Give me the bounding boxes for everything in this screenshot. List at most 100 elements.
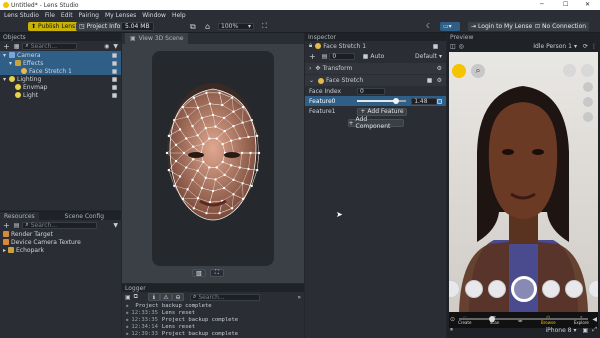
- more-icon[interactable]: ⋮: [591, 43, 597, 50]
- collapse-arrow-icon[interactable]: ▾: [3, 52, 8, 59]
- object-tree-item[interactable]: ▾ Camera: [0, 51, 121, 59]
- preview-person-select[interactable]: Idle Person 1: [533, 43, 572, 50]
- resources-search-input[interactable]: ⌕ Search...: [22, 221, 98, 229]
- add-icon[interactable]: +: [3, 221, 10, 230]
- feature0-value-input[interactable]: 1.48: [411, 97, 438, 105]
- clear-log-icon[interactable]: ▣: [125, 294, 131, 301]
- fit-icon[interactable]: ⛶: [262, 22, 267, 31]
- logger-search-input[interactable]: ⌕ Search...: [189, 293, 260, 301]
- flash-icon[interactable]: [583, 82, 593, 92]
- fit-view-button[interactable]: ⛶: [210, 269, 224, 277]
- resource-item-render-target[interactable]: Render Target: [0, 230, 121, 238]
- publish-lens-button[interactable]: ⬆ Publish Lens: [28, 22, 79, 31]
- lens-carousel-item[interactable]: [541, 280, 560, 298]
- rotate-icon[interactable]: ⤢: [592, 326, 597, 334]
- face-stretch-section-header[interactable]: ⌄ Face Stretch ⚙: [305, 75, 446, 86]
- lens-carousel-item[interactable]: [487, 280, 506, 298]
- add-feature-button[interactable]: + Add Feature: [357, 107, 407, 116]
- enabled-checkbox[interactable]: [433, 43, 438, 49]
- search-icon[interactable]: ⌕: [471, 64, 485, 78]
- copy-icon[interactable]: ⧉: [190, 22, 196, 32]
- lens-carousel-item[interactable]: [587, 280, 598, 298]
- menu-lens-studio[interactable]: Lens Studio: [4, 12, 39, 19]
- record-icon[interactable]: ◎: [459, 43, 464, 50]
- auto-checkbox[interactable]: [363, 53, 369, 59]
- gear-icon[interactable]: ⚙: [437, 65, 442, 72]
- collapse-arrow-icon[interactable]: ▾: [3, 76, 8, 83]
- refresh-icon[interactable]: ⟳: [583, 43, 588, 50]
- object-tree-item[interactable]: Face Stretch 1: [0, 67, 121, 75]
- collapse-arrow-icon[interactable]: ▾: [9, 60, 14, 67]
- resource-item-device-camera-texture[interactable]: Device Camera Texture: [0, 238, 121, 246]
- filter-icon[interactable]: ▼: [113, 222, 118, 229]
- preview-device-select[interactable]: iPhone 8: [546, 327, 572, 334]
- chevron-down-icon[interactable]: ▾: [439, 53, 442, 60]
- minimize-button[interactable]: ─: [540, 1, 544, 8]
- flip-camera-icon[interactable]: [581, 64, 594, 77]
- theme-moon-icon[interactable]: ☾: [426, 22, 432, 30]
- reset-icon[interactable]: ⊙: [450, 316, 455, 323]
- object-tree-item[interactable]: ▾ Effects: [0, 59, 121, 67]
- layer-input[interactable]: 0: [329, 52, 356, 60]
- device-view-button[interactable]: ▧: [192, 269, 206, 277]
- lens-carousel-item[interactable]: [564, 280, 583, 298]
- add-friend-icon[interactable]: [563, 64, 576, 77]
- visibility-checkbox[interactable]: [112, 52, 117, 58]
- add-icon[interactable]: +: [3, 42, 10, 51]
- menu-window[interactable]: Window: [142, 12, 166, 19]
- visibility-checkbox[interactable]: [112, 60, 117, 66]
- layers-icon[interactable]: ▦: [14, 43, 20, 50]
- feature0-checkbox[interactable]: [437, 98, 442, 104]
- zoom-select[interactable]: 100% ▾: [218, 23, 254, 30]
- filter-error-button[interactable]: ⊖: [171, 293, 184, 301]
- play-pause-icon[interactable]: ⏸: [450, 326, 453, 334]
- visibility-checkbox[interactable]: [112, 76, 117, 82]
- add-component-button[interactable]: + Add Component: [347, 116, 404, 130]
- lens-carousel-item[interactable]: [464, 280, 483, 298]
- expand-icon[interactable]: »: [297, 294, 301, 301]
- filter-info-button[interactable]: ℹ: [147, 293, 160, 301]
- copy-log-icon[interactable]: ⧉: [134, 293, 138, 301]
- chevron-down-icon[interactable]: ▾: [574, 43, 577, 50]
- objects-search-input[interactable]: ⌕ Search...: [22, 42, 78, 50]
- menu-pairing[interactable]: Pairing: [79, 12, 99, 19]
- tab-view-3d-scene[interactable]: ▣ View 3D Scene: [125, 33, 189, 44]
- playback-slider[interactable]: [459, 316, 589, 322]
- chevron-down-icon[interactable]: ▾: [574, 327, 577, 334]
- capture-button[interactable]: [510, 276, 537, 302]
- object-tree-item[interactable]: Light: [0, 91, 121, 99]
- camera-icon[interactable]: ▣: [583, 327, 589, 334]
- maximize-button[interactable]: ☐: [563, 1, 568, 8]
- volume-icon[interactable]: ◀: [592, 316, 597, 323]
- lens-carousel-item[interactable]: [449, 280, 460, 298]
- feature0-slider-knob[interactable]: [393, 98, 400, 104]
- resource-item-echopark[interactable]: ▸ Echopark: [0, 246, 121, 254]
- menu-help[interactable]: Help: [172, 12, 186, 19]
- settings-icon[interactable]: [583, 97, 593, 107]
- gear-icon[interactable]: ⚙: [437, 77, 442, 84]
- menu-edit[interactable]: Edit: [61, 12, 73, 19]
- tab-resources[interactable]: Resources: [0, 212, 39, 220]
- feature0-slider-track[interactable]: [356, 98, 407, 104]
- camera-switch-icon[interactable]: ◫: [450, 43, 456, 50]
- device-pairing-button[interactable]: ▭▾: [440, 22, 460, 31]
- filter-icon[interactable]: ▼: [113, 43, 118, 50]
- filter-warning-button[interactable]: ⚠: [159, 293, 172, 301]
- project-info-button[interactable]: ◳ Project Info: [76, 22, 124, 31]
- menu-file[interactable]: File: [45, 12, 55, 19]
- night-mode-icon[interactable]: [583, 112, 593, 122]
- object-tree-item[interactable]: Envmap: [0, 83, 121, 91]
- face-index-input[interactable]: 0: [357, 87, 385, 95]
- visibility-checkbox[interactable]: [112, 68, 117, 74]
- expand-arrow-icon[interactable]: ▸: [3, 247, 6, 254]
- add-icon[interactable]: +: [309, 52, 316, 61]
- playback-slider-knob[interactable]: [489, 316, 496, 322]
- menu-my-lenses[interactable]: My Lenses: [105, 12, 136, 19]
- import-icon[interactable]: ▤: [14, 222, 20, 229]
- component-enabled-checkbox[interactable]: [426, 78, 432, 83]
- visibility-checkbox[interactable]: [112, 84, 117, 90]
- object-tree-item[interactable]: ▾ Lighting: [0, 75, 121, 83]
- close-button[interactable]: ✕: [585, 1, 590, 8]
- home-icon[interactable]: ⌂: [205, 22, 210, 31]
- tab-scene-config[interactable]: Scene Config: [61, 213, 108, 220]
